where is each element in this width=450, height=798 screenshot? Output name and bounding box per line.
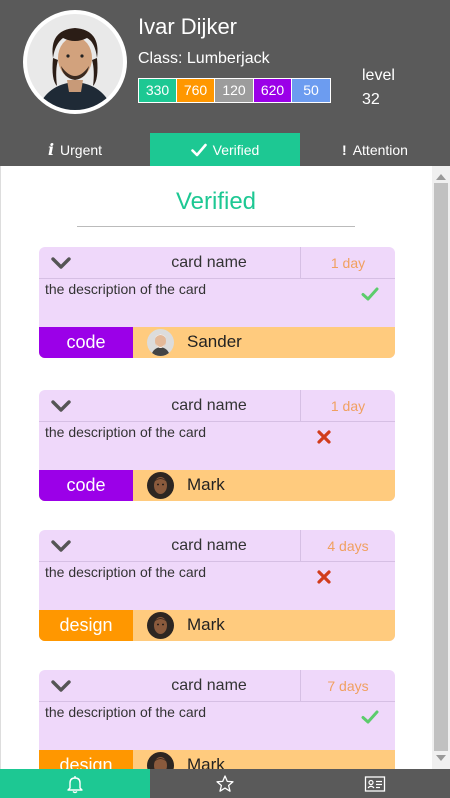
- star-icon: [216, 774, 234, 792]
- card-footer: design Mark: [39, 750, 395, 769]
- card-description: the description of the card: [45, 281, 207, 297]
- card-name: card name: [171, 537, 247, 554]
- user-class: Class: Lumberjack: [138, 50, 270, 67]
- assignee-avatar: [147, 612, 174, 639]
- card-header: card name 7 days: [39, 670, 395, 702]
- card[interactable]: card name 7 days the description of the …: [39, 670, 395, 769]
- profile-header: Ivar Dijker Class: Lumberjack 330 760 12…: [0, 0, 450, 133]
- card-header: card name 4 days: [39, 530, 395, 562]
- chevron-down-icon[interactable]: [51, 678, 71, 694]
- tab-bar: i Urgent Verified ! Attention: [0, 133, 450, 166]
- scroll-thumb[interactable]: [434, 183, 448, 751]
- card-name: card name: [171, 677, 247, 694]
- card-name: card name: [171, 254, 247, 271]
- id-card-icon: [364, 775, 386, 792]
- card-age: 1 day: [300, 390, 395, 422]
- stat-green: 330: [139, 79, 177, 102]
- card-footer: design Mark: [39, 610, 395, 641]
- tab-attention[interactable]: ! Attention: [300, 133, 450, 166]
- stat-value: 760: [183, 82, 208, 98]
- scroll-down-arrow-icon[interactable]: [436, 755, 446, 761]
- nav-favorites[interactable]: [150, 769, 300, 798]
- chevron-down-icon[interactable]: [51, 538, 71, 554]
- assignee-name: Mark: [187, 615, 225, 634]
- bottom-nav: [0, 769, 450, 798]
- bell-icon: [67, 775, 83, 793]
- check-icon: [361, 710, 379, 724]
- tab-label: Attention: [352, 141, 408, 158]
- tag-code: code: [39, 327, 133, 358]
- tab-verified[interactable]: Verified: [150, 133, 300, 166]
- title-divider: [77, 226, 355, 227]
- tab-label: Verified: [212, 141, 260, 158]
- check-icon: [361, 287, 379, 301]
- assignee-avatar: [147, 752, 174, 769]
- level-display: level 32: [362, 64, 395, 112]
- stat-value: 330: [145, 82, 170, 98]
- section-title: Verified: [175, 188, 257, 215]
- scroll-up-arrow-icon[interactable]: [436, 174, 446, 180]
- tab-urgent[interactable]: i Urgent: [0, 133, 150, 166]
- chevron-down-icon[interactable]: [51, 398, 71, 414]
- card-age: 1 day: [300, 247, 395, 279]
- card-list[interactable]: Verified card name 1 day the description…: [0, 166, 450, 769]
- stat-purple: 620: [254, 79, 292, 102]
- assignee-avatar: [147, 472, 174, 499]
- card-name: card name: [171, 397, 247, 414]
- card[interactable]: card name 1 day the description of the c…: [39, 247, 395, 358]
- stats-bar: 330 760 120 620 50: [138, 78, 331, 103]
- stat-gray: 120: [215, 79, 254, 102]
- level-value: 32: [362, 91, 380, 108]
- assignee-avatar: [147, 329, 174, 356]
- tag-code: code: [39, 470, 133, 501]
- card-description: the description of the card: [45, 424, 207, 440]
- nav-notifications[interactable]: [0, 769, 150, 798]
- profile-avatar[interactable]: [27, 14, 123, 110]
- card-footer: code Sander: [39, 327, 395, 358]
- assignee-name: Mark: [187, 755, 225, 769]
- cross-icon: [317, 570, 331, 584]
- tab-label: Urgent: [60, 141, 103, 158]
- tag-design: design: [39, 610, 133, 641]
- profile-avatar-ring: [23, 10, 127, 114]
- card-age: 4 days: [300, 530, 395, 562]
- stat-value: 620: [260, 82, 285, 98]
- card-header: card name 1 day: [39, 247, 395, 279]
- card[interactable]: card name 4 days the description of the …: [39, 530, 395, 641]
- card-age: 7 days: [300, 670, 395, 702]
- scrollbar[interactable]: [432, 166, 450, 769]
- card-description: the description of the card: [45, 564, 207, 580]
- stat-orange: 760: [177, 79, 215, 102]
- stat-blue: 50: [292, 79, 330, 102]
- user-name: Ivar Dijker: [138, 14, 238, 39]
- tag-design: design: [39, 750, 133, 769]
- stat-value: 120: [222, 82, 246, 98]
- assignee-name: Mark: [187, 475, 225, 494]
- assignee-name: Sander: [187, 332, 242, 351]
- info-icon: i: [47, 140, 55, 159]
- card-footer: code Mark: [39, 470, 395, 501]
- exclamation-icon: !: [342, 141, 347, 158]
- nav-profile[interactable]: [300, 769, 450, 798]
- card-description: the description of the card: [45, 704, 207, 720]
- stat-value: 50: [303, 82, 319, 98]
- card-header: card name 1 day: [39, 390, 395, 422]
- level-label: level: [362, 67, 395, 84]
- chevron-down-icon[interactable]: [51, 255, 71, 271]
- check-icon: [190, 143, 207, 157]
- cross-icon: [317, 430, 331, 444]
- card[interactable]: card name 1 day the description of the c…: [39, 390, 395, 501]
